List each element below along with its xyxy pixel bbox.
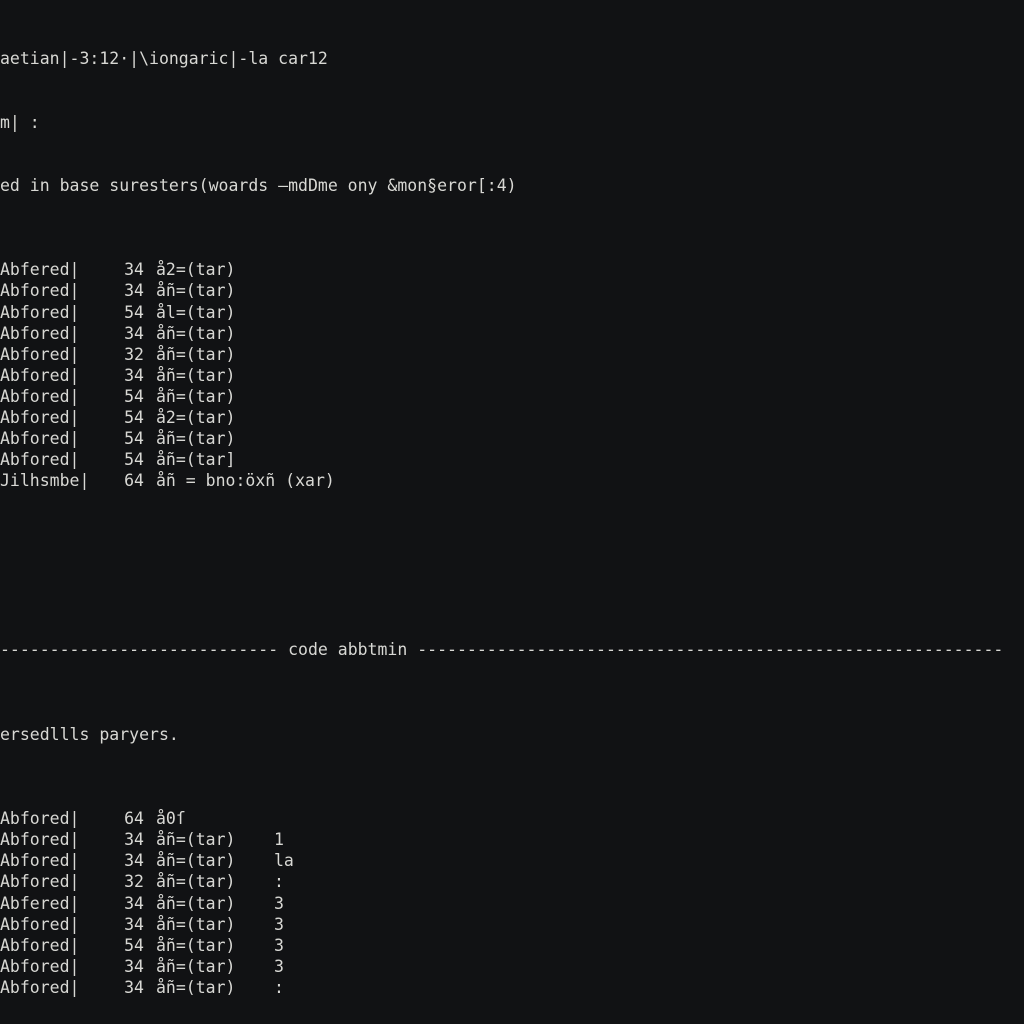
row-eq: åñ = bno:öxñ (xar) — [156, 470, 268, 491]
table-row: Abfored|34åñ=(tar)3 — [0, 914, 1024, 935]
row-num: 34 — [86, 956, 156, 977]
row-num: 54 — [86, 935, 156, 956]
row-num: 34 — [86, 280, 156, 301]
row-label: Abfored| — [0, 935, 86, 956]
table-row: Abfored|54å2=(tar) — [0, 407, 1024, 428]
header-line-3: ed in base suresters(woards —mdDme ony &… — [0, 175, 1024, 196]
row-num: 34 — [86, 893, 156, 914]
row-eq: åñ=(tar) — [156, 893, 268, 914]
row-label: Abfored| — [0, 407, 86, 428]
row-label: Abfored| — [0, 449, 86, 470]
row-eq: åñ=(tar) — [156, 344, 268, 365]
row-eq: åñ=(tar) — [156, 428, 268, 449]
row-extra: 3 — [268, 893, 284, 914]
row-eq: ål=(tar) — [156, 302, 268, 323]
row-eq: åñ=(tar) — [156, 323, 268, 344]
row-label: Abfered| — [0, 259, 86, 280]
table-row: Abfored|34åñ=(tar) — [0, 365, 1024, 386]
section-title: code abbtmin — [278, 639, 417, 660]
row-num: 54 — [86, 386, 156, 407]
row-eq: åñ=(tar) — [156, 935, 268, 956]
row-label: Abfored| — [0, 850, 86, 871]
row-eq: å0ſ — [156, 808, 268, 829]
row-eq: åñ=(tar) — [156, 914, 268, 935]
row-eq: åñ=(tar) — [156, 829, 268, 850]
row-eq: å2=(tar) — [156, 407, 268, 428]
row-extra: 3 — [268, 914, 284, 935]
blank-line — [0, 555, 1024, 576]
section2-header: ersedllls paryers. — [0, 724, 1024, 745]
row-num: 54 — [86, 407, 156, 428]
row-label: Abfored| — [0, 977, 86, 998]
row-num: 34 — [86, 977, 156, 998]
row-extra — [268, 808, 274, 829]
row-label: Abfored| — [0, 365, 86, 386]
row-extra: 3 — [268, 935, 284, 956]
table-row: Abfored|34åñ=(tar): — [0, 977, 1024, 998]
table-row: Abfored|34åñ=(tar)1 — [0, 829, 1024, 850]
table-row: Jilhsmbe|64åñ = bno:öxñ (xar) — [0, 470, 1024, 491]
row-label: Abfored| — [0, 386, 86, 407]
row-eq: åñ=(tar) — [156, 871, 268, 892]
row-label: Abfored| — [0, 323, 86, 344]
table-row: Abfored|64å0ſ — [0, 808, 1024, 829]
row-label: Abfored| — [0, 280, 86, 301]
table-row: Abfered|34åñ=(tar)3 — [0, 893, 1024, 914]
header-line-2: m| : — [0, 112, 1024, 133]
table-row: Abfored|54åñ=(tar)3 — [0, 935, 1024, 956]
row-num: 34 — [86, 259, 156, 280]
row-num: 34 — [86, 829, 156, 850]
table-row: Abfored|32åñ=(tar) — [0, 344, 1024, 365]
row-eq: åñ=(tar) — [156, 956, 268, 977]
table-row: Abfored|54ål=(tar) — [0, 302, 1024, 323]
row-label: Abfored| — [0, 808, 86, 829]
table-row: Abfored|34åñ=(tar)3 — [0, 956, 1024, 977]
table-row: Abfored|34åñ=(tar) — [0, 280, 1024, 301]
row-label: Abfored| — [0, 956, 86, 977]
row-label: Abfered| — [0, 893, 86, 914]
header-line-1: aetian|-3:12·|\iongaric|-la car12 — [0, 48, 1024, 69]
row-num: 34 — [86, 365, 156, 386]
row-extra: : — [268, 977, 284, 998]
row-num: 34 — [86, 914, 156, 935]
row-label: Abfored| — [0, 428, 86, 449]
row-num: 54 — [86, 449, 156, 470]
row-num: 32 — [86, 344, 156, 365]
row-label: Abfored| — [0, 302, 86, 323]
table-row: Abfered|34å2=(tar) — [0, 259, 1024, 280]
table-row: Abfored|54åñ=(tar) — [0, 428, 1024, 449]
row-eq: åñ=(tar) — [156, 386, 268, 407]
table-row: Abfored|34åñ=(tar) — [0, 323, 1024, 344]
row-extra: 3 — [268, 956, 284, 977]
table-row: Abfored|34åñ=(tar)la — [0, 850, 1024, 871]
row-extra: : — [268, 871, 284, 892]
table-row: Abfored|54åñ=(tar) — [0, 386, 1024, 407]
row-eq: åñ=(tar) — [156, 977, 268, 998]
table-row: Abfored|32åñ=(tar): — [0, 871, 1024, 892]
row-num: 32 — [86, 871, 156, 892]
section-divider-code: ---------------------------- code abbtmi… — [0, 639, 1024, 660]
row-label: Abfored| — [0, 829, 86, 850]
row-eq: åñ=(tar) — [156, 850, 268, 871]
row-eq: åñ=(tar) — [156, 365, 268, 386]
row-num: 54 — [86, 428, 156, 449]
row-label: Abfored| — [0, 871, 86, 892]
table-row: Abfored|54åñ=(tar] — [0, 449, 1024, 470]
row-num: 34 — [86, 850, 156, 871]
row-num: 64 — [86, 470, 156, 491]
row-label: Abfored| — [0, 344, 86, 365]
row-label: Jilhsmbe| — [0, 470, 86, 491]
row-label: Abfored| — [0, 914, 86, 935]
row-extra: la — [268, 850, 294, 871]
row-num: 34 — [86, 323, 156, 344]
row-num: 54 — [86, 302, 156, 323]
terminal-screen[interactable]: aetian|-3:12·|\iongaric|-la car12 m| : e… — [0, 0, 1024, 1024]
row-extra: 1 — [268, 829, 284, 850]
row-eq: å2=(tar) — [156, 259, 268, 280]
row-eq: åñ=(tar) — [156, 280, 268, 301]
row-num: 64 — [86, 808, 156, 829]
row-eq: åñ=(tar] — [156, 449, 268, 470]
